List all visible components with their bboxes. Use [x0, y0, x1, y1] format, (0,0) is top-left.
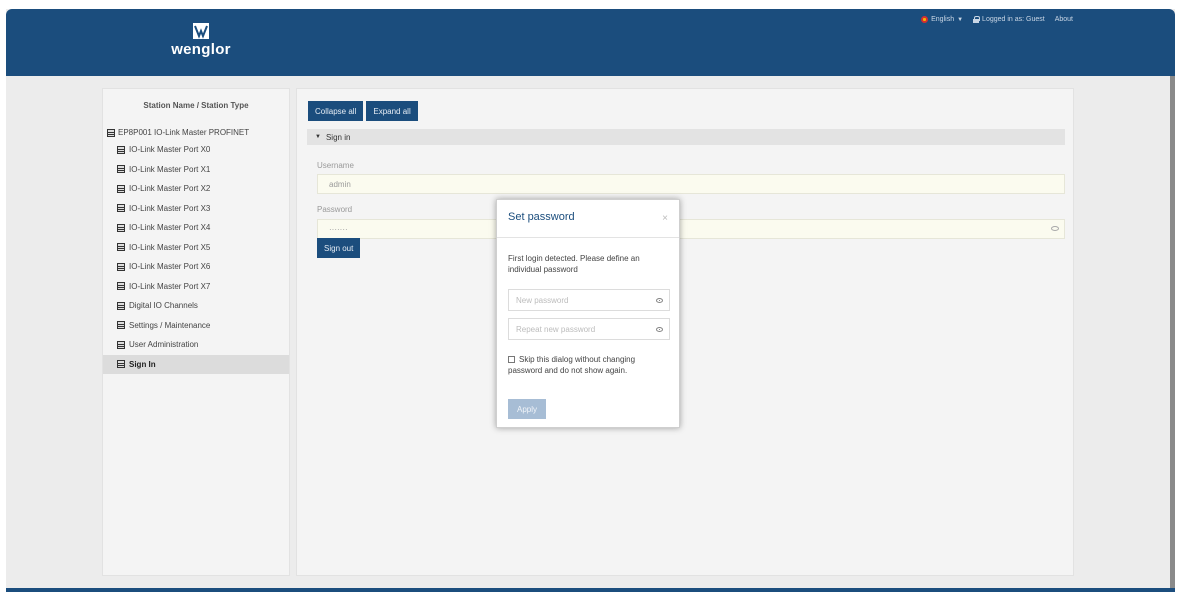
- flag-icon: [921, 16, 929, 23]
- sidebar-item-port-x2[interactable]: IO-Link Master Port X2: [103, 179, 289, 199]
- sidebar-item-user-admin[interactable]: User Administration: [103, 335, 289, 355]
- section-header-sign-in[interactable]: ▼ Sign in: [307, 129, 1065, 145]
- sidebar-item-port-x4[interactable]: IO-Link Master Port X4: [103, 218, 289, 238]
- module-icon: [117, 165, 125, 174]
- tree-root-label: EP8P001 IO-Link Master PROFINET: [118, 128, 250, 137]
- module-icon: [117, 223, 125, 232]
- lock-icon: [973, 16, 981, 23]
- new-password-placeholder: New password: [516, 295, 569, 305]
- module-icon: [117, 262, 125, 271]
- sidebar-item-port-x7[interactable]: IO-Link Master Port X7: [103, 277, 289, 297]
- sidebar-item-label: IO-Link Master Port X1: [129, 164, 211, 174]
- dialog-header: Set password ×: [497, 200, 679, 238]
- sign-out-button[interactable]: Sign out: [317, 238, 361, 258]
- logo: wenglor: [166, 23, 236, 58]
- module-icon: [117, 184, 125, 193]
- tree-root-station[interactable]: EP8P001 IO-Link Master PROFINET: [103, 125, 289, 140]
- collapse-all-button[interactable]: Collapse all: [308, 101, 364, 121]
- password-value: ·······: [329, 224, 348, 234]
- sidebar-item-sign-in[interactable]: Sign In: [103, 354, 289, 374]
- caret-down-icon: ▼: [957, 16, 964, 23]
- module-icon: [117, 243, 125, 252]
- password-field[interactable]: ·······: [317, 219, 1065, 239]
- main-panel: Collapse all Expand all ▼ Sign in Userna…: [296, 88, 1074, 576]
- sidebar-item-label: IO-Link Master Port X6: [129, 262, 211, 272]
- module-icon: [117, 204, 125, 213]
- new-password-input[interactable]: New password: [508, 289, 670, 311]
- sidebar-item-label: IO-Link Master Port X7: [129, 281, 211, 291]
- sidebar-item-port-x6[interactable]: IO-Link Master Port X6: [103, 257, 289, 277]
- set-password-dialog: Set password × First login detected. Ple…: [496, 199, 680, 428]
- dialog-title: Set password: [508, 211, 575, 223]
- eye-icon[interactable]: [656, 298, 663, 303]
- sidebar-item-label: IO-Link Master Port X4: [129, 223, 211, 233]
- footer-bar: [6, 588, 1175, 592]
- username-label: Username: [317, 161, 354, 170]
- section-title: Sign in: [325, 132, 351, 142]
- about-link[interactable]: About: [1055, 16, 1073, 23]
- expand-all-button[interactable]: Expand all: [366, 101, 418, 121]
- username-field[interactable]: admin: [317, 174, 1065, 194]
- sidebar-item-label: IO-Link Master Port X5: [129, 242, 211, 252]
- language-selector[interactable]: English ▼: [921, 16, 963, 23]
- sidebar-item-port-x3[interactable]: IO-Link Master Port X3: [103, 199, 289, 219]
- repeat-password-input[interactable]: Repeat new password: [508, 318, 670, 340]
- sidebar-item-port-x5[interactable]: IO-Link Master Port X5: [103, 238, 289, 258]
- scrollbar[interactable]: [1170, 76, 1175, 592]
- login-status[interactable]: Logged in as: Guest: [973, 16, 1045, 23]
- module-icon: [117, 301, 125, 310]
- eye-icon[interactable]: [656, 327, 663, 332]
- module-icon: [117, 282, 125, 291]
- sidebar-item-label: IO-Link Master Port X3: [129, 203, 211, 213]
- sidebar-title: Station Name / Station Type: [143, 101, 249, 110]
- sidebar-item-label: Settings / Maintenance: [129, 320, 211, 330]
- sidebar-item-label: Digital IO Channels: [129, 301, 198, 311]
- eye-icon[interactable]: [1051, 226, 1059, 231]
- skip-label: Skip this dialog without changing passwo…: [508, 355, 636, 375]
- sidebar-item-settings[interactable]: Settings / Maintenance: [103, 316, 289, 336]
- repeat-password-placeholder: Repeat new password: [516, 324, 596, 334]
- logo-text: wenglor: [171, 41, 231, 58]
- close-icon[interactable]: ×: [662, 214, 668, 224]
- sidebar: Station Name / Station Type EP8P001 IO-L…: [102, 88, 290, 576]
- module-icon: [117, 145, 125, 154]
- device-icon: [107, 128, 115, 137]
- sidebar-item-label: Sign In: [129, 359, 156, 369]
- module-icon: [117, 340, 125, 349]
- sidebar-item-label: IO-Link Master Port X0: [129, 145, 211, 155]
- apply-button[interactable]: Apply: [508, 399, 546, 419]
- login-status-label: Logged in as: Guest: [982, 16, 1045, 23]
- top-nav: English ▼ Logged in as: Guest About: [921, 16, 1073, 23]
- toolbar: Collapse all Expand all: [308, 101, 418, 121]
- dialog-message: First login detected. Please define an i…: [508, 254, 640, 274]
- password-label: Password: [317, 205, 353, 214]
- language-label: English: [931, 16, 955, 23]
- module-icon: [117, 360, 125, 369]
- sidebar-item-label: User Administration: [129, 340, 199, 350]
- skip-checkbox[interactable]: [508, 356, 515, 363]
- skip-option: Skip this dialog without changing passwo…: [508, 354, 670, 376]
- username-value: admin: [329, 179, 351, 189]
- module-icon: [117, 321, 125, 330]
- header-bar: wenglor English ▼ Logged in as: Guest Ab…: [6, 9, 1175, 76]
- triangle-down-icon: ▼: [315, 134, 321, 140]
- sidebar-item-label: IO-Link Master Port X2: [129, 184, 211, 194]
- sidebar-item-digital-io[interactable]: Digital IO Channels: [103, 296, 289, 316]
- sidebar-item-port-x1[interactable]: IO-Link Master Port X1: [103, 160, 289, 180]
- sidebar-item-port-x0[interactable]: IO-Link Master Port X0: [103, 140, 289, 160]
- wenglor-logo-icon: [193, 23, 209, 39]
